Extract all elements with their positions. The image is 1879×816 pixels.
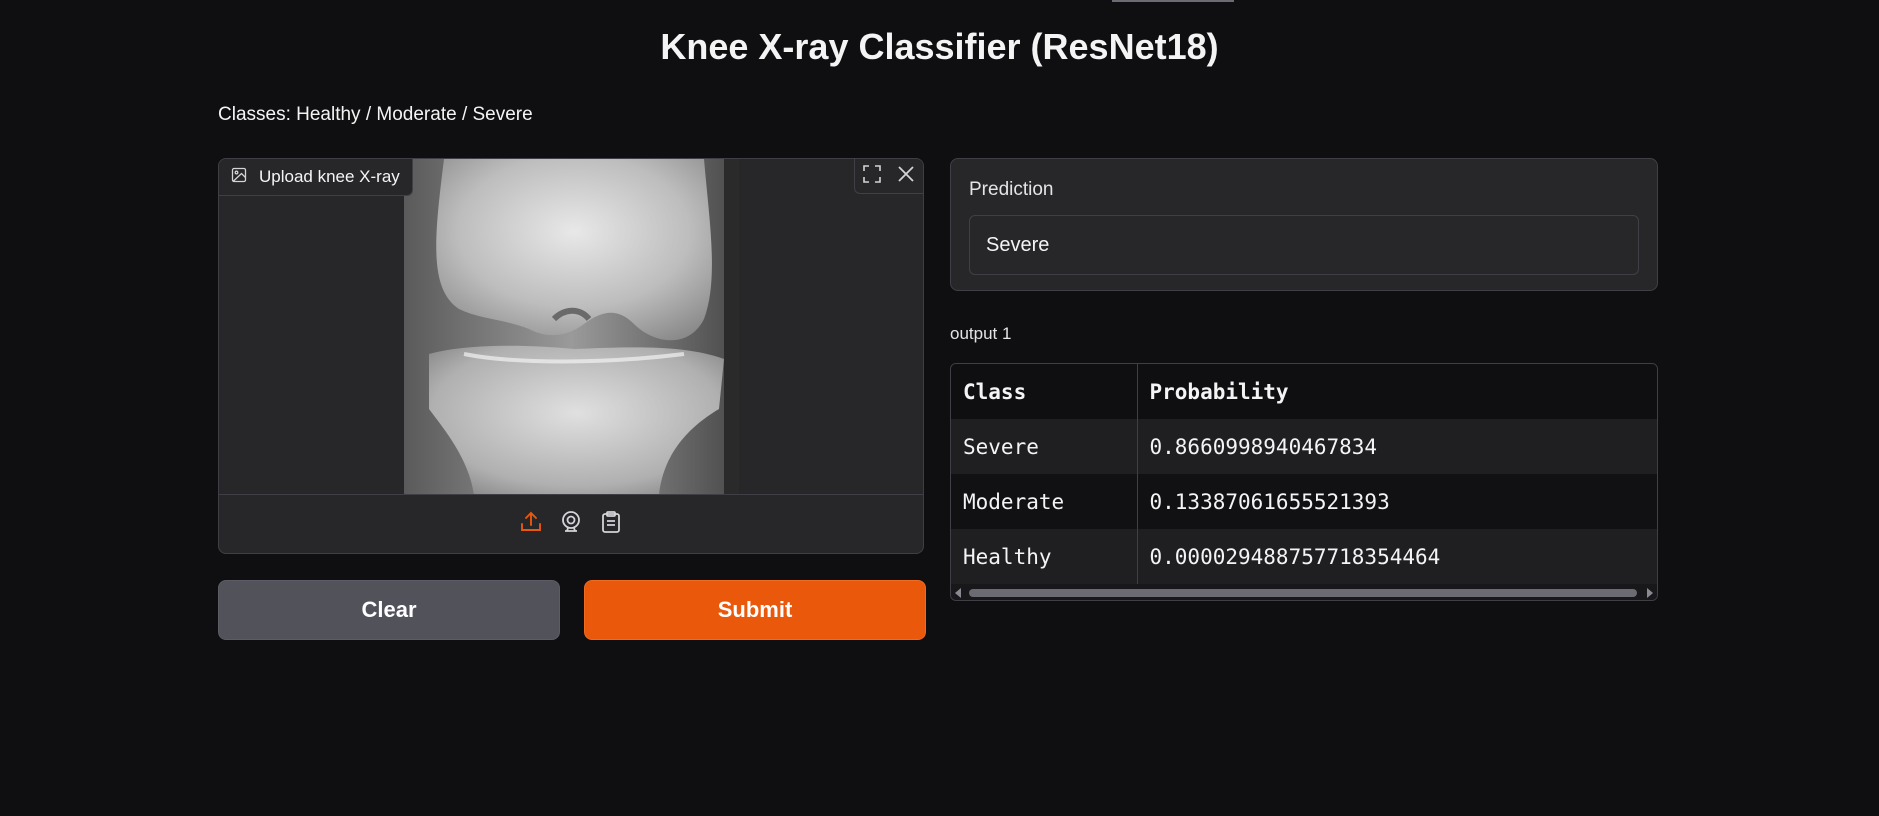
table-row: Healthy 0.000029488757718354464 xyxy=(951,529,1657,584)
prediction-value[interactable]: Severe xyxy=(969,215,1639,275)
close-icon xyxy=(896,164,916,189)
image-preview-area[interactable] xyxy=(219,159,923,495)
image-input-label: Upload knee X-ray xyxy=(219,159,413,196)
table-row: Severe 0.8660998940467834 xyxy=(951,419,1657,474)
fullscreen-icon xyxy=(862,164,882,189)
column-header-class[interactable]: Class xyxy=(951,364,1138,419)
page-title: Knee X-ray Classifier (ResNet18) xyxy=(660,26,1219,67)
output-label: output 1 xyxy=(950,324,1012,343)
page-description: Classes: Healthy / Moderate / Severe xyxy=(218,104,533,125)
cell-probability[interactable]: 0.000029488757718354464 xyxy=(1137,529,1657,584)
table-header-row: Class Probability xyxy=(951,364,1657,419)
image-source-selector xyxy=(219,494,923,553)
webcam-source-button[interactable] xyxy=(557,510,585,538)
cell-class[interactable]: Healthy xyxy=(951,529,1138,584)
knee-xray-image xyxy=(404,159,739,495)
prediction-panel: Prediction Severe xyxy=(950,158,1658,291)
upload-source-button[interactable] xyxy=(517,510,545,538)
clear-button[interactable]: Clear xyxy=(218,580,560,640)
image-input-label-text: Upload knee X-ray xyxy=(259,167,400,186)
webcam-icon xyxy=(559,510,583,539)
clear-image-button[interactable] xyxy=(889,159,923,193)
cell-probability[interactable]: 0.13387061655521393 xyxy=(1137,474,1657,529)
cell-probability[interactable]: 0.8660998940467834 xyxy=(1137,419,1657,474)
table-row: Moderate 0.13387061655521393 xyxy=(951,474,1657,529)
image-icon xyxy=(231,167,247,188)
clipboard-source-button[interactable] xyxy=(597,510,625,538)
upload-icon xyxy=(519,510,543,539)
fullscreen-button[interactable] xyxy=(855,159,889,193)
horizontal-scrollbar[interactable] xyxy=(951,586,1657,600)
clipboard-icon xyxy=(599,510,623,539)
prediction-label: Prediction xyxy=(969,179,1054,200)
scroll-left-icon[interactable] xyxy=(955,588,961,598)
cell-class[interactable]: Severe xyxy=(951,419,1138,474)
top-accent-bar xyxy=(1112,0,1234,2)
submit-button[interactable]: Submit xyxy=(584,580,926,640)
cell-class[interactable]: Moderate xyxy=(951,474,1138,529)
image-actions xyxy=(854,159,923,194)
scrollbar-thumb[interactable] xyxy=(969,589,1637,597)
scroll-right-icon[interactable] xyxy=(1647,588,1653,598)
probability-table[interactable]: Class Probability Severe 0.8660998940467… xyxy=(950,363,1658,601)
column-header-probability[interactable]: Probability xyxy=(1137,364,1657,419)
image-input-panel[interactable]: Upload knee X-ray xyxy=(218,158,924,554)
